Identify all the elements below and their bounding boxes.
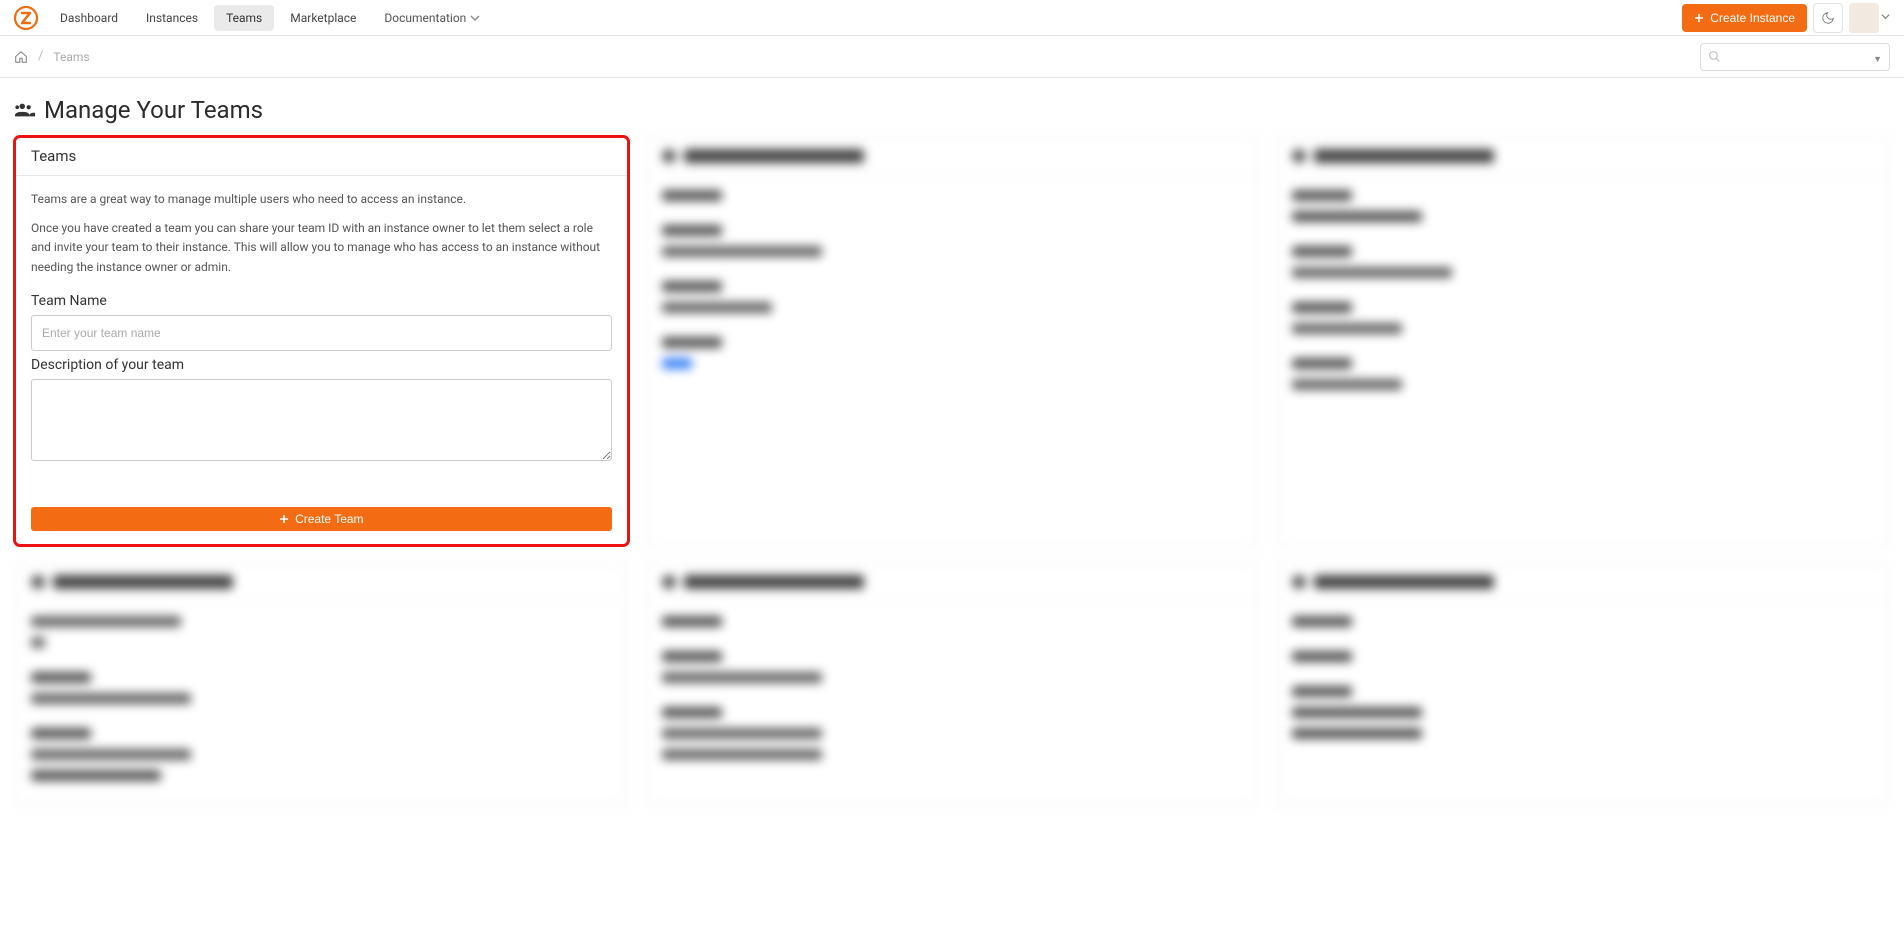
nav-instances[interactable]: Instances: [134, 5, 210, 31]
plus-icon: [1694, 13, 1704, 23]
breadcrumb-bar: / Teams ▼: [0, 36, 1904, 78]
avatar[interactable]: [1849, 3, 1879, 33]
moon-icon: [1821, 11, 1835, 25]
team-card-blurred: [1275, 562, 1890, 806]
create-team-card-header: Teams: [15, 137, 628, 176]
create-team-button-label: Create Team: [295, 512, 363, 526]
search-input[interactable]: [1700, 43, 1890, 71]
create-team-card: Teams Teams are a great way to manage mu…: [14, 136, 629, 546]
teams-detail-text: Once you have created a team you can sha…: [31, 219, 612, 277]
team-card-blurred: [645, 562, 1260, 806]
search-icon: [1708, 50, 1721, 63]
search-wrap: ▼: [1700, 43, 1890, 71]
people-icon: [14, 99, 36, 121]
team-name-input[interactable]: [31, 315, 612, 351]
team-desc-textarea[interactable]: [31, 379, 612, 461]
plus-icon: [279, 514, 289, 524]
team-card-blurred: [1275, 136, 1890, 546]
team-card-blurred: [14, 562, 629, 806]
home-icon: [14, 50, 28, 64]
nav-documentation-label: Documentation: [384, 11, 466, 25]
create-instance-label: Create Instance: [1710, 11, 1795, 25]
top-nav: Dashboard Instances Teams Marketplace Do…: [0, 0, 1904, 36]
nav-items: Dashboard Instances Teams Marketplace Do…: [48, 5, 492, 31]
team-card-blurred: [645, 136, 1260, 546]
create-team-button[interactable]: Create Team: [31, 507, 612, 531]
teams-grid: Teams Teams are a great way to manage mu…: [0, 136, 1904, 826]
breadcrumb-separator: /: [38, 49, 43, 64]
avatar-caret-icon[interactable]: [1881, 10, 1890, 25]
logo[interactable]: [14, 6, 38, 30]
nav-documentation[interactable]: Documentation: [372, 5, 492, 31]
nav-dashboard[interactable]: Dashboard: [48, 5, 130, 31]
page-header: Manage Your Teams: [0, 78, 1904, 136]
nav-marketplace[interactable]: Marketplace: [278, 5, 368, 31]
theme-toggle-button[interactable]: [1813, 3, 1843, 33]
search-caret-icon[interactable]: ▼: [1873, 54, 1882, 65]
create-instance-button[interactable]: Create Instance: [1682, 4, 1807, 32]
page-title: Manage Your Teams: [44, 96, 263, 124]
chevron-down-icon: [470, 13, 480, 23]
teams-intro-text: Teams are a great way to manage multiple…: [31, 190, 612, 209]
nav-teams[interactable]: Teams: [214, 5, 274, 31]
team-desc-label: Description of your team: [31, 357, 612, 373]
breadcrumb-current: Teams: [53, 50, 89, 64]
team-name-label: Team Name: [31, 293, 612, 309]
breadcrumb-home[interactable]: [14, 50, 28, 64]
